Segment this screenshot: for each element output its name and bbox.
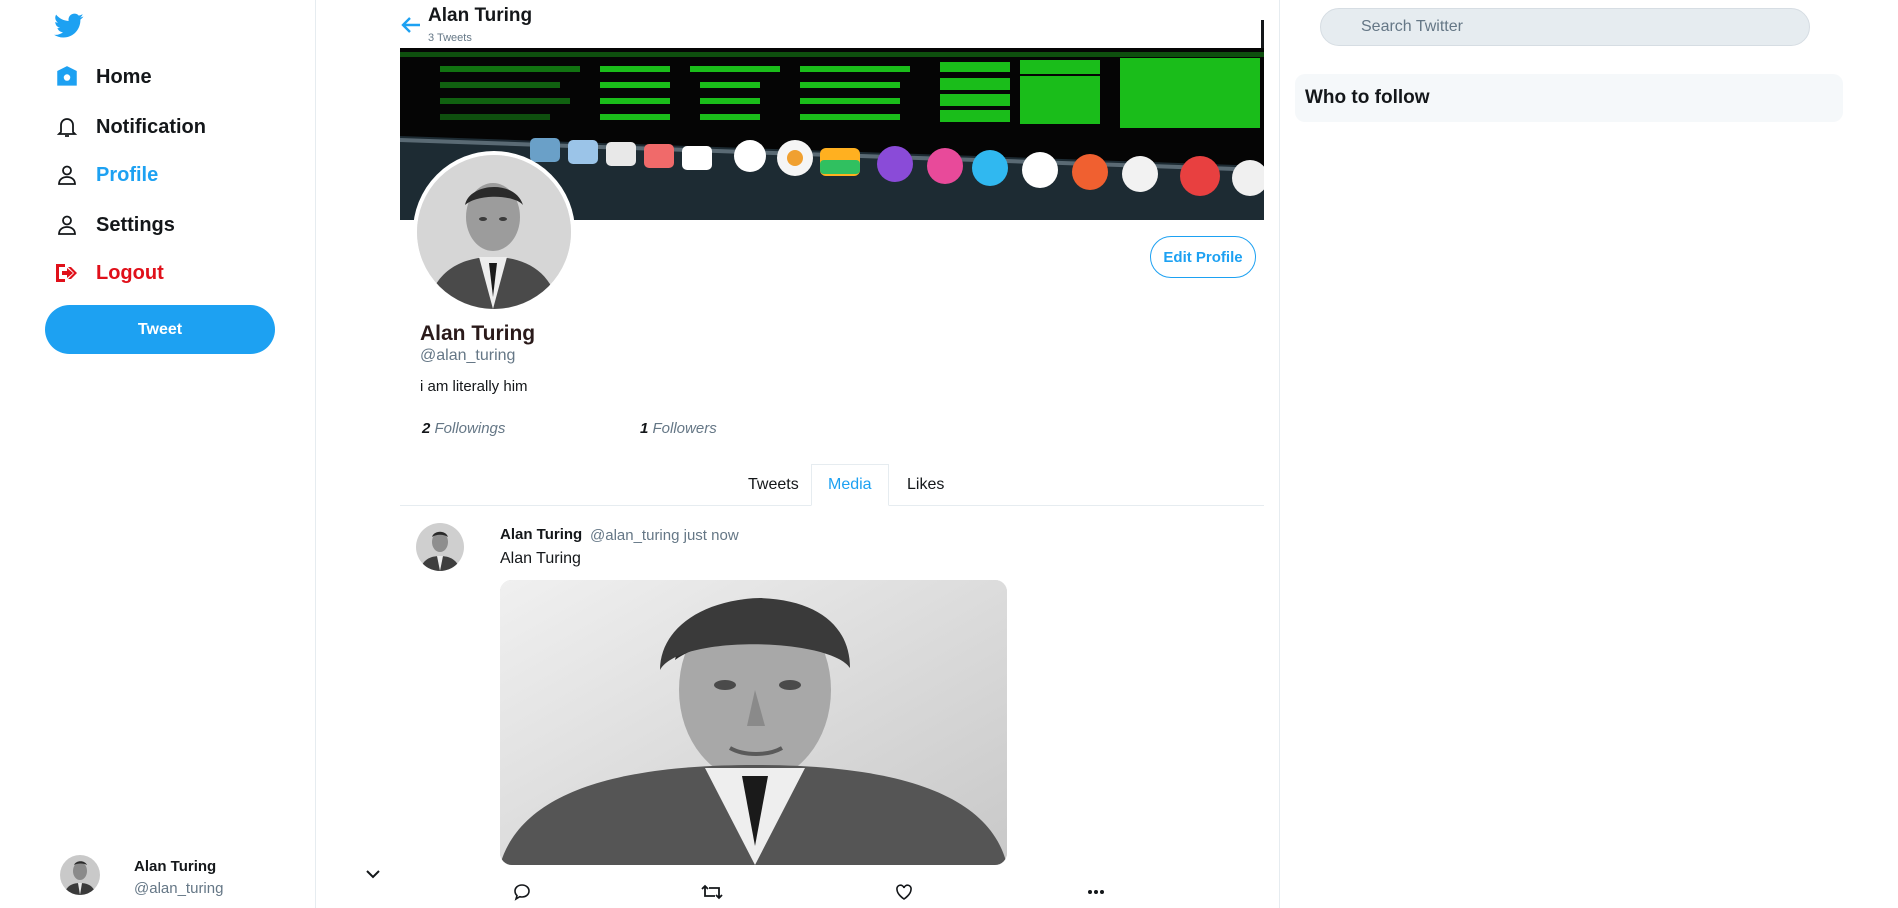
main-column: Alan Turing 3 Tweets Edit Profile Alan T… (316, 0, 1280, 908)
account-switcher[interactable]: Alan Turing @alan_turing (60, 855, 380, 901)
avatar (60, 855, 100, 895)
tweet-author-name[interactable]: Alan Turing (500, 526, 582, 543)
tweet-button[interactable]: Tweet (45, 305, 275, 354)
search-bar (1320, 8, 1810, 46)
bell-icon (54, 114, 80, 140)
avatar[interactable] (416, 523, 464, 571)
profile-handle: @alan_turing (420, 347, 516, 364)
back-arrow-icon[interactable] (400, 14, 422, 36)
tab-media[interactable]: Media (811, 464, 889, 506)
scroll-indicator (1261, 20, 1264, 48)
twitter-bird-icon[interactable] (54, 13, 84, 39)
profile-name: Alan Turing (420, 322, 536, 345)
search-input[interactable] (1361, 9, 1791, 45)
who-to-follow-panel: Who to follow (1295, 74, 1843, 122)
user-icon (54, 162, 80, 188)
tweet-count: 3 Tweets (428, 32, 472, 44)
left-sidebar: Home Notification Profile Settings Logou… (0, 0, 380, 908)
profile-tabs: Tweets Media Likes (400, 464, 1264, 506)
profile-header-bar: Alan Turing 3 Tweets (400, 0, 1180, 48)
profile-avatar[interactable] (413, 151, 575, 313)
home-icon (54, 64, 80, 90)
reply-icon[interactable] (510, 880, 534, 904)
edit-profile-button[interactable]: Edit Profile (1150, 236, 1256, 278)
tweet-item[interactable]: Alan Turing @alan_turing just now Alan T… (400, 520, 1264, 908)
following-count: 2 (422, 420, 431, 437)
page-title: Alan Turing (428, 5, 533, 26)
user-icon (54, 212, 80, 238)
sidebar-item-label: Profile (96, 163, 159, 186)
account-handle: @alan_turing (134, 880, 224, 897)
sidebar-item-label: Settings (96, 213, 175, 236)
more-icon[interactable] (1084, 880, 1108, 904)
tweet-meta: @alan_turing just now (590, 527, 739, 544)
sidebar-item-home[interactable]: Home (54, 62, 152, 92)
retweet-icon[interactable] (700, 880, 724, 904)
sidebar-item-label: Notification (96, 115, 206, 138)
tab-tweets[interactable]: Tweets (732, 464, 815, 506)
tweet-media-image[interactable] (500, 580, 1007, 865)
account-name: Alan Turing (134, 858, 217, 875)
tab-likes[interactable]: Likes (891, 464, 960, 506)
sidebar-item-notification[interactable]: Notification (54, 112, 206, 142)
sidebar-item-profile[interactable]: Profile (54, 160, 158, 190)
sidebar-item-label: Home (96, 65, 152, 88)
logout-icon (54, 260, 80, 286)
like-icon[interactable] (892, 880, 916, 904)
sidebar-item-label: Logout (96, 261, 164, 284)
following-link[interactable]: 2 Followings (422, 420, 505, 437)
search-icon (1333, 20, 1346, 33)
sidebar-item-logout[interactable]: Logout (54, 258, 164, 288)
tweet-actions (500, 880, 1120, 904)
sidebar-item-settings[interactable]: Settings (54, 210, 175, 240)
followers-label: Followers (652, 420, 717, 437)
followers-link[interactable]: 1 Followers (640, 420, 717, 437)
followers-count: 1 (640, 420, 649, 437)
profile-bio: i am literally him (420, 378, 528, 395)
following-label: Followings (434, 420, 506, 437)
tweet-text: Alan Turing (500, 550, 581, 567)
who-to-follow-title: Who to follow (1305, 87, 1430, 108)
